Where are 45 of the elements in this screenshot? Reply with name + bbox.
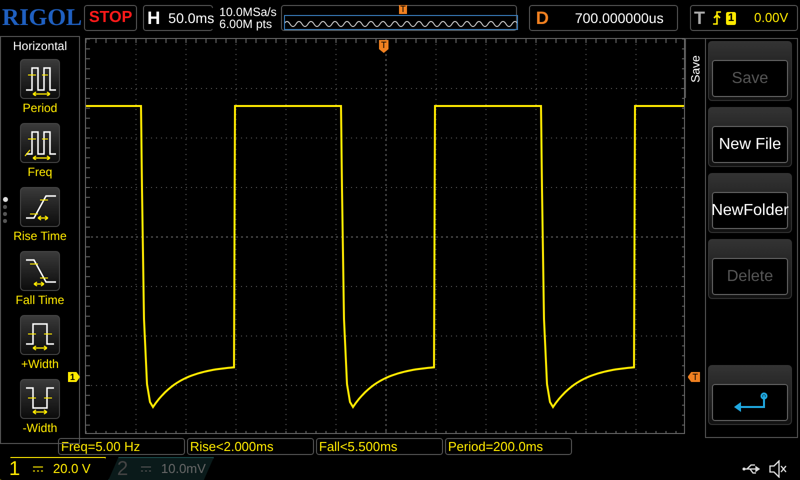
usb-icon [742, 463, 762, 475]
measure-button[interactable] [20, 251, 60, 291]
trigger-position-marker: T [399, 5, 407, 14]
back-button[interactable] [708, 365, 792, 425]
measure-button[interactable] [20, 379, 60, 419]
measure-label: Period [22, 100, 58, 117]
trigger-box[interactable]: T 1 0.00V [690, 5, 798, 31]
measure-label: Rise Time [13, 228, 67, 245]
trigger-position-marker[interactable]: T [379, 40, 388, 53]
measurement-readout: Period=200.0ms [445, 438, 572, 455]
sample-rate: 10.0MSa/s [219, 6, 276, 18]
delay-label: D [534, 6, 550, 30]
measure-button[interactable] [20, 59, 60, 99]
measure-button[interactable] [20, 315, 60, 355]
trigger-level-marker[interactable]: T [688, 372, 700, 382]
measure-label: +Width [21, 356, 59, 373]
trigger-label: T [693, 6, 706, 30]
timebase-label: H [146, 6, 162, 30]
menu-title: Horizontal [12, 38, 68, 54]
measure-button[interactable] [20, 187, 60, 227]
menu-title: Save [688, 54, 704, 82]
trigger-source: 1 [726, 12, 736, 24]
channel-scale: 20.0 V [53, 460, 91, 478]
dc-coupling-icon [33, 466, 43, 472]
trigger-level: 0.00V [753, 9, 788, 28]
measurement-readout: Rise<2.000ms [187, 438, 314, 455]
delay-value: 700.000000us [574, 8, 664, 28]
channel-number: 1 [8, 457, 22, 480]
memory-depth: 6.00M pts [219, 18, 273, 30]
speaker-muted-icon [768, 460, 788, 478]
measure-label: Freq [28, 164, 52, 181]
measurement-readout: Freq=5.00 Hz [58, 438, 185, 455]
softkey-button[interactable]: NewFolder [708, 173, 792, 233]
measure-label: Fall Time [16, 292, 64, 309]
delay-box[interactable]: D 700.000000us [528, 5, 678, 31]
channel-scale: 10.0mV [161, 460, 206, 478]
channel-marker[interactable]: 1 [68, 372, 80, 382]
channel-number: 2 [116, 457, 130, 480]
run-status[interactable]: STOP [84, 5, 138, 31]
measure-button[interactable] [20, 123, 60, 163]
rising-edge-icon [712, 11, 722, 25]
dc-coupling-icon [141, 466, 151, 472]
measure-label: -Width [22, 420, 58, 437]
measurement-readout: Fall<5.500ms [316, 438, 443, 455]
softkey-button[interactable]: New File [708, 107, 792, 167]
